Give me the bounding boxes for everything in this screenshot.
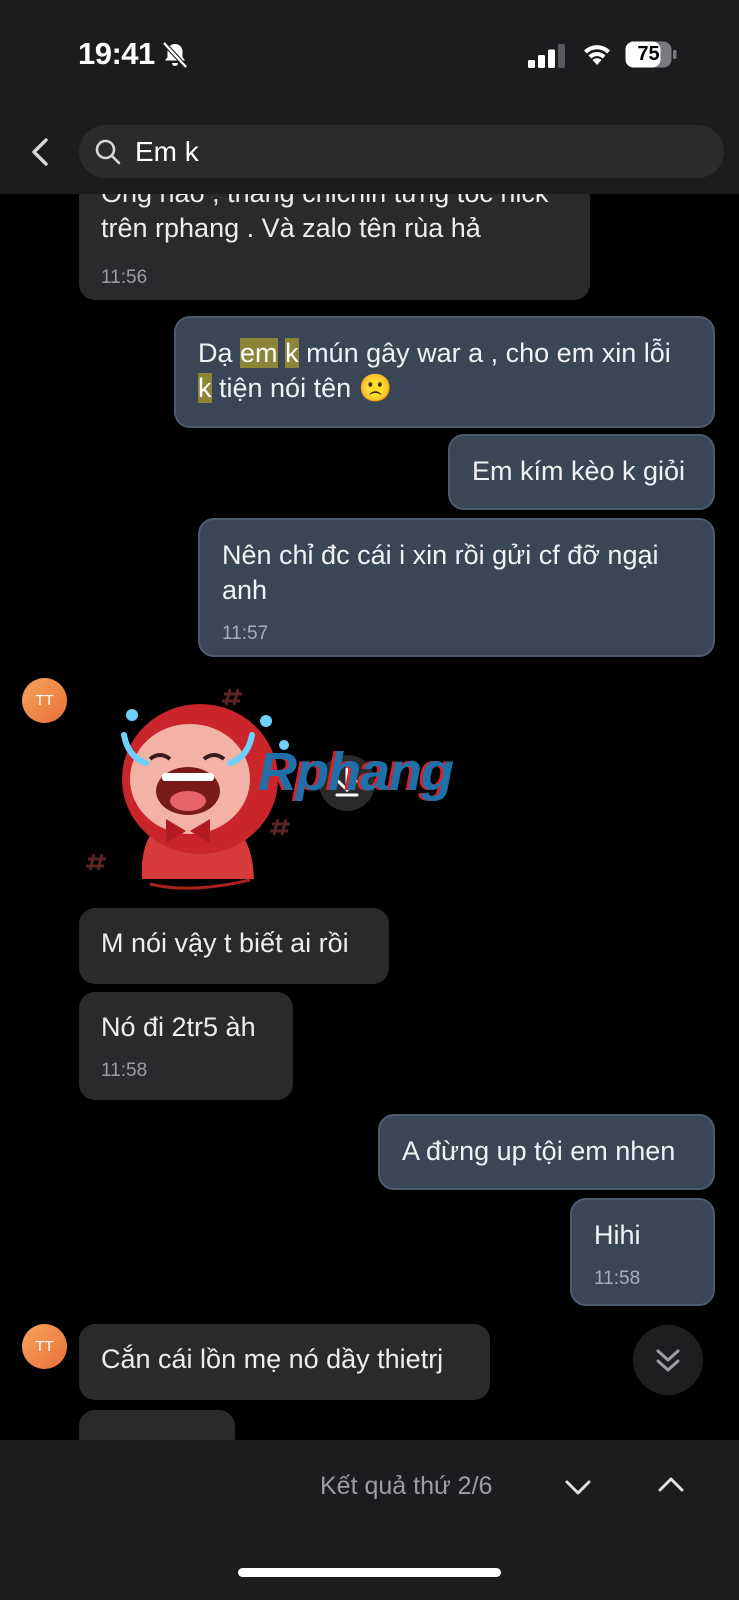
message-bubble-outgoing[interactable]: Dạ em k mún gây war a , cho em xin lỗi k… (174, 316, 715, 428)
double-chevron-down-icon (656, 1349, 680, 1372)
sad-face-emoji: 🙁 (358, 373, 393, 403)
message-text: Cắn cái lồn mẹ nó dầy thietrj (101, 1344, 444, 1374)
search-highlight: k (198, 373, 212, 403)
status-time: 19:41 (78, 36, 155, 71)
message-time: 11:58 (101, 1060, 148, 1081)
search-header: Em k (0, 110, 739, 194)
home-indicator[interactable] (238, 1568, 501, 1577)
message-bubble-incoming[interactable] (79, 1410, 235, 1440)
search-query[interactable]: Em k (135, 136, 199, 168)
battery-level: 75 (637, 43, 660, 65)
signal-icon (528, 44, 565, 68)
search-icon (95, 139, 121, 165)
search-highlight: em (240, 338, 278, 368)
message-bubble-outgoing[interactable]: Nên chỉ đc cái i xin rồi gửi cf đỡ ngại … (198, 518, 715, 657)
chat-message-list[interactable]: Ông nào , thằng chichin từng tóc nick tr… (0, 194, 739, 1440)
message-bubble-outgoing[interactable]: Hihi 11:58 (570, 1198, 715, 1306)
search-highlight: k (285, 338, 299, 368)
scroll-to-bottom-button[interactable] (633, 1325, 703, 1395)
wifi-icon (584, 45, 610, 65)
message-time: 11:57 (222, 623, 269, 644)
bell-muted-icon (162, 41, 188, 69)
status-bar: 19:41 75 (0, 0, 739, 110)
message-text: Dạ em k mún gây war a , cho em xin lỗi k… (198, 338, 671, 403)
message-bubble-incoming[interactable]: Cắn cái lồn mẹ nó dầy thietrj (79, 1324, 490, 1400)
back-arrow-icon[interactable] (26, 134, 54, 170)
message-text: Nó đi 2tr5 àh (101, 1012, 256, 1042)
message-bubble-incoming[interactable]: Ông nào , thằng chichin từng tóc nick tr… (79, 194, 590, 300)
message-bubble-incoming[interactable]: Nó đi 2tr5 àh 11:58 (79, 992, 293, 1100)
sticker-watermark: Rphang (258, 742, 454, 802)
sticker-message[interactable]: Rphang (80, 679, 490, 919)
previous-result-chevron-up-icon[interactable] (656, 1472, 686, 1496)
message-bubble-incoming[interactable]: M nói vậy t biết ai rồi (79, 908, 389, 984)
message-time: 11:56 (101, 267, 148, 288)
message-text: Ông nào , thằng chichin từng tóc nick tr… (101, 194, 548, 243)
search-result-counter: Kết quả thứ 2/6 (320, 1472, 493, 1500)
search-input[interactable]: Em k (79, 125, 724, 178)
next-result-chevron-down-icon[interactable] (563, 1476, 593, 1500)
avatar[interactable]: TT (22, 678, 67, 723)
message-text: Hihi (594, 1220, 641, 1250)
message-text: Em kím kèo k giỏi (472, 456, 686, 486)
message-text: A đừng up tội em nhen (402, 1136, 676, 1166)
message-text: M nói vậy t biết ai rồi (101, 928, 349, 958)
battery-indicator: 75 (625, 41, 677, 68)
message-bubble-outgoing[interactable]: Em kím kèo k giỏi (448, 434, 715, 510)
message-text: Nên chỉ đc cái i xin rồi gửi cf đỡ ngại … (222, 540, 659, 605)
search-result-bar: Kết quả thứ 2/6 (0, 1440, 739, 1600)
message-time: 11:58 (594, 1268, 641, 1289)
avatar[interactable]: TT (22, 1324, 67, 1369)
message-bubble-outgoing[interactable]: A đừng up tội em nhen (378, 1114, 715, 1190)
